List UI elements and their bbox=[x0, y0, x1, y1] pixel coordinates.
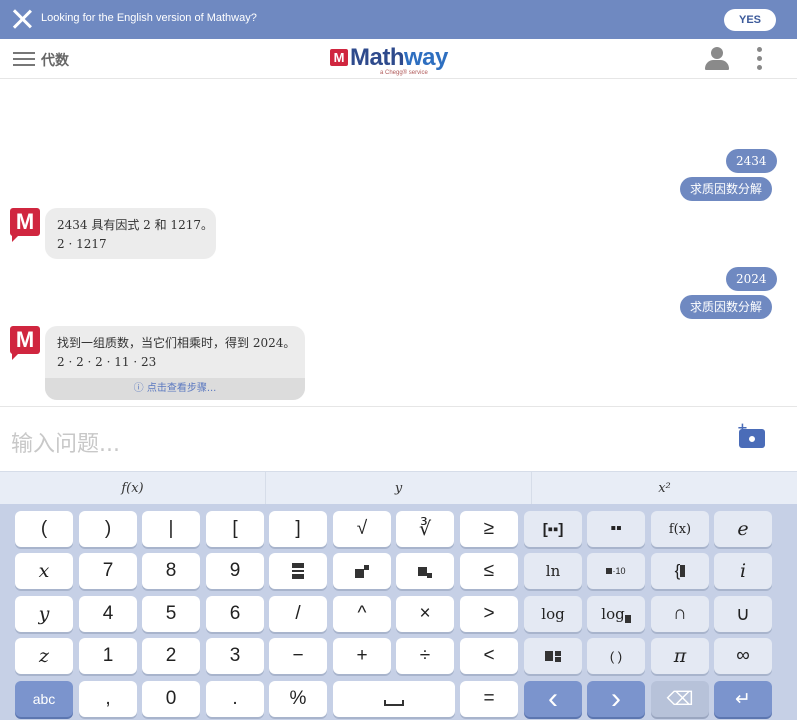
logo-word: Math bbox=[350, 44, 405, 71]
view-steps-link[interactable]: ⓘ 点击查看步骤... bbox=[45, 378, 305, 400]
answer-bubble: 2434 具有因式 2 和 1217。 2 · 1217 bbox=[45, 208, 216, 259]
banner-message: Looking for the English version of Mathw… bbox=[41, 12, 257, 24]
camera-icon[interactable]: + bbox=[737, 421, 767, 449]
user-command-bubble[interactable]: 求质因数分解 bbox=[680, 177, 773, 201]
answer-bubble: 找到一组质数，当它们相乘时，得到 2024。 2 · 2 · 2 · 11 · … bbox=[45, 326, 305, 400]
logo-m-icon: M bbox=[330, 49, 348, 66]
cursor-left-icon[interactable]: ‹ bbox=[524, 681, 582, 717]
key-2[interactable]: 2 bbox=[142, 638, 200, 674]
key-equals[interactable]: = bbox=[460, 681, 518, 717]
app-header: 代数 M Mathway a Chegg® service bbox=[0, 39, 797, 79]
key-infinity[interactable]: ∞ bbox=[714, 638, 772, 674]
key-z[interactable]: z bbox=[15, 638, 73, 674]
tab-variables[interactable]: y bbox=[266, 472, 532, 504]
answer-result: 2 · 1217 bbox=[57, 237, 107, 251]
user-command-bubble[interactable]: 求质因数分解 bbox=[680, 295, 773, 319]
user-input-bubble[interactable]: 2434 bbox=[726, 149, 777, 173]
key-intersection[interactable]: ∩ bbox=[651, 596, 709, 632]
key-plus[interactable]: + bbox=[333, 638, 391, 674]
key-caret[interactable]: ^ bbox=[333, 596, 391, 632]
log-base-label: log bbox=[601, 605, 625, 623]
key-1[interactable]: 1 bbox=[79, 638, 137, 674]
answer-text: 2434 具有因式 2 和 1217。 bbox=[57, 218, 213, 232]
matrix-icon[interactable]: [▪▪] bbox=[524, 511, 582, 547]
mixed-number-icon[interactable] bbox=[524, 638, 582, 674]
problem-input[interactable]: 输入问题... bbox=[11, 426, 120, 458]
key-abc[interactable]: abc bbox=[15, 681, 73, 717]
key-close-bracket[interactable]: ] bbox=[269, 511, 327, 547]
key-i[interactable]: i bbox=[714, 553, 772, 589]
key-less[interactable]: < bbox=[460, 638, 518, 674]
piecewise-icon[interactable]: { bbox=[651, 553, 709, 589]
matrix-stack-icon[interactable]: ▪▪ bbox=[587, 511, 645, 547]
logo-tagline: a Chegg® service bbox=[380, 70, 428, 76]
key-8[interactable]: 8 bbox=[142, 553, 200, 589]
cursor-right-icon[interactable]: › bbox=[587, 681, 645, 717]
logo-word-2: way bbox=[404, 44, 448, 71]
subscript-icon[interactable] bbox=[396, 553, 454, 589]
key-times[interactable]: × bbox=[396, 596, 454, 632]
key-nth-root[interactable]: ∛ bbox=[396, 511, 454, 547]
key-y[interactable]: y bbox=[15, 596, 73, 632]
key-abs[interactable]: | bbox=[142, 511, 200, 547]
key-open-bracket[interactable]: [ bbox=[206, 511, 264, 547]
key-greater[interactable]: > bbox=[460, 596, 518, 632]
key-4[interactable]: 4 bbox=[79, 596, 137, 632]
space-icon[interactable] bbox=[333, 681, 455, 717]
key-x[interactable]: x bbox=[15, 553, 73, 589]
mathway-avatar-icon: M bbox=[10, 208, 40, 242]
close-icon[interactable] bbox=[12, 9, 32, 29]
key-union[interactable]: ∪ bbox=[714, 596, 772, 632]
key-minus[interactable]: − bbox=[269, 638, 327, 674]
key-ln[interactable]: ln bbox=[524, 553, 582, 589]
keypad-tabs: f(x) y x² bbox=[0, 471, 797, 504]
key-0[interactable]: 0 bbox=[142, 681, 200, 717]
log-base-icon[interactable]: log bbox=[587, 596, 645, 632]
key-close-paren[interactable]: ) bbox=[79, 511, 137, 547]
key-decimal[interactable]: . bbox=[206, 681, 264, 717]
sci-notation-label: ·10 bbox=[612, 566, 626, 576]
key-sqrt[interactable]: √ bbox=[333, 511, 391, 547]
chat-area: 2434 求质因数分解 M 2434 具有因式 2 和 1217。 2 · 12… bbox=[0, 80, 797, 406]
user-input-bubble[interactable]: 2024 bbox=[726, 267, 777, 291]
menu-icon[interactable] bbox=[13, 51, 35, 67]
yes-button[interactable]: YES bbox=[724, 9, 776, 31]
math-keypad: ( ) | [ ] √ ∛ ≥ [▪▪] ▪▪ f(x) e x 7 8 9 ≤… bbox=[0, 504, 797, 720]
key-percent[interactable]: % bbox=[269, 681, 327, 717]
key-geq[interactable]: ≥ bbox=[460, 511, 518, 547]
answer-result: 2 · 2 · 2 · 11 · 23 bbox=[57, 355, 157, 369]
backspace-icon[interactable]: ⌫ bbox=[651, 681, 709, 717]
key-e[interactable]: e bbox=[714, 511, 772, 547]
key-pi[interactable]: π bbox=[651, 638, 709, 674]
answer-text: 找到一组质数，当它们相乘时，得到 2024。 bbox=[57, 336, 296, 350]
subject-label[interactable]: 代数 bbox=[41, 50, 69, 70]
exponent-icon[interactable] bbox=[333, 553, 391, 589]
key-function[interactable]: f(x) bbox=[651, 511, 709, 547]
key-open-paren[interactable]: ( bbox=[15, 511, 73, 547]
key-5[interactable]: 5 bbox=[142, 596, 200, 632]
key-divide[interactable]: ÷ bbox=[396, 638, 454, 674]
more-options-icon[interactable] bbox=[757, 47, 763, 71]
enter-icon[interactable]: ↵ bbox=[714, 681, 772, 717]
key-leq[interactable]: ≤ bbox=[460, 553, 518, 589]
key-6[interactable]: 6 bbox=[206, 596, 264, 632]
mathway-avatar-icon: M bbox=[10, 326, 40, 360]
fraction-icon[interactable] bbox=[269, 553, 327, 589]
key-9[interactable]: 9 bbox=[206, 553, 264, 589]
interval-icon[interactable]: ( ) bbox=[587, 638, 645, 674]
key-divide-slash[interactable]: / bbox=[269, 596, 327, 632]
problem-input-row: 输入问题... + bbox=[0, 406, 797, 471]
tab-exponents[interactable]: x² bbox=[532, 472, 797, 504]
key-7[interactable]: 7 bbox=[79, 553, 137, 589]
key-log[interactable]: log bbox=[524, 596, 582, 632]
scientific-notation-icon[interactable]: ·10 bbox=[587, 553, 645, 589]
tab-functions[interactable]: f(x) bbox=[0, 472, 266, 504]
key-comma[interactable]: , bbox=[79, 681, 137, 717]
key-3[interactable]: 3 bbox=[206, 638, 264, 674]
language-banner: Looking for the English version of Mathw… bbox=[0, 0, 797, 39]
user-icon[interactable] bbox=[705, 47, 729, 71]
